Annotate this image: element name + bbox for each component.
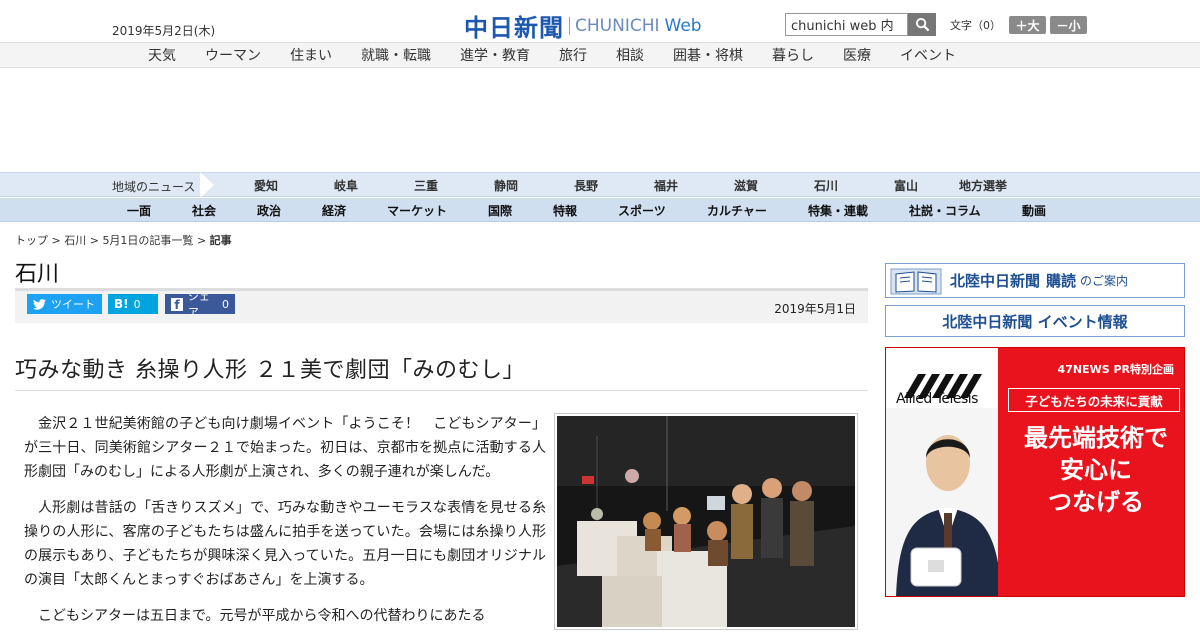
cat-economy[interactable]: 経済 (322, 204, 346, 218)
genre-jobs[interactable]: 就職・転職 (361, 48, 431, 64)
article-paragraph: こどもシアターは五日まで。元号が平成から令和への代替わりにあたる (38, 608, 486, 624)
subscribe-suffix: のご案内 (1080, 274, 1129, 288)
hatena-bookmark-button[interactable]: B! 0 (108, 294, 158, 314)
logo-web: Web (664, 15, 702, 36)
facebook-count: 0 (222, 297, 229, 311)
search-icon (915, 17, 929, 32)
genre-medical[interactable]: 医療 (843, 48, 871, 64)
cat-editorial[interactable]: 社説・コラム (909, 204, 981, 218)
cat-video[interactable]: 動画 (1022, 204, 1046, 218)
font-larger-button[interactable]: ＋大 (1009, 16, 1046, 34)
region-aichi[interactable]: 愛知 (254, 179, 278, 193)
ad-headline: 最先端技術で 安心に つなげる (1008, 422, 1184, 518)
genre-woman[interactable]: ウーマン (205, 48, 261, 64)
ad-subtitle: 子どもたちの未来に貢献 (1008, 388, 1180, 412)
genre-nav: 天気 ウーマン 住まい 就職・転職 進学・教育 旅行 相談 囲碁・将棋 暮らし … (0, 42, 1200, 68)
facebook-icon: f (171, 297, 183, 311)
logo-english: CHUNICHI (575, 15, 660, 36)
ad-top-label: 47NEWS PR特別企画 (1057, 363, 1174, 376)
font-smaller-button[interactable]: －小 (1050, 16, 1087, 34)
site-header: 2019年5月2日(木) 中日新聞 CHUNICHI Web 文字（0） ＋大 … (0, 0, 1200, 42)
article-headline: 巧みな動き 糸操り人形 ２１美で劇団「みのむし」 (15, 358, 525, 383)
article-paragraph: 人形劇は昔話の「舌きりスズメ」で、巧みな動きやユーモラスな表情を見せる糸操りの人… (24, 500, 546, 588)
cat-politics[interactable]: 政治 (257, 204, 281, 218)
breadcrumb-separator: > (196, 234, 207, 247)
search-button[interactable] (908, 13, 936, 36)
genre-events[interactable]: イベント (900, 48, 956, 64)
breadcrumb-region[interactable]: 石川 (64, 234, 86, 247)
subscribe-banner[interactable]: 北陸中日新聞 購読 のご案内 (885, 263, 1185, 298)
region-nav: 地域のニュース 愛知 岐阜 三重 静岡 長野 福井 滋賀 石川 富山 地方選挙 (0, 172, 1200, 198)
puppet-theater-photo (557, 416, 855, 627)
region-nagano[interactable]: 長野 (574, 179, 598, 193)
region-toyama[interactable]: 富山 (894, 179, 918, 193)
breadcrumb: トップ > 石川 > 5月1日の記事一覧 > 記事 (15, 232, 232, 248)
subscribe-bold: 購読 (1046, 272, 1077, 290)
region-fukui[interactable]: 福井 (654, 179, 678, 193)
facebook-share-button[interactable]: f シェア 0 (165, 290, 235, 319)
logo-divider (569, 16, 570, 35)
ad-person-photo (886, 408, 1006, 596)
ad-red-panel: 47NEWS PR特別企画 子どもたちの未来に貢献 最先端技術で 安心に つなげ… (998, 348, 1184, 596)
photo-illustration (557, 416, 855, 627)
hatena-bookmark-icon: B! (114, 297, 129, 311)
subscribe-title: 北陸中日新聞 (950, 272, 1041, 290)
headline-divider (15, 390, 868, 391)
article-body: 金沢２１世紀美術館の子ども向け劇場イベント「ようこそ！ こどもシアター」が三十日… (24, 412, 546, 640)
cat-international[interactable]: 国際 (488, 204, 512, 218)
category-nav: 一面 社会 政治 経済 マーケット 国際 特報 スポーツ カルチャー 特集・連載… (0, 198, 1200, 222)
region-ishikawa[interactable]: 石川 (814, 179, 838, 193)
facebook-share-label: シェア (187, 290, 210, 319)
region-shiga[interactable]: 滋賀 (734, 179, 758, 193)
section-title: 石川 (15, 262, 60, 287)
region-mie[interactable]: 三重 (414, 179, 438, 193)
region-gifu[interactable]: 岐阜 (334, 179, 358, 193)
tweet-label: ツイート (51, 298, 95, 311)
current-date: 2019年5月2日(木) (112, 24, 216, 38)
cat-market[interactable]: マーケット (387, 204, 447, 218)
font-size-control: 文字（0） ＋大 －小 (948, 16, 1087, 34)
genre-go-shogi[interactable]: 囲碁・将棋 (673, 48, 743, 64)
cat-sports[interactable]: スポーツ (618, 204, 666, 218)
genre-housing[interactable]: 住まい (290, 48, 332, 64)
region-nav-label: 地域のニュース (112, 180, 196, 194)
region-local-elections[interactable]: 地方選挙 (959, 179, 1007, 193)
event-info-banner[interactable]: 北陸中日新聞 イベント情報 (885, 305, 1185, 337)
article-photo[interactable] (554, 413, 858, 630)
cat-special-report[interactable]: 特報 (553, 204, 577, 218)
cat-features[interactable]: 特集・連載 (808, 204, 868, 218)
genre-travel[interactable]: 旅行 (559, 48, 587, 64)
ad-headline-line: 安心に (1060, 456, 1132, 484)
ad-brand-name: Allied Telesis (896, 391, 978, 407)
genre-advice[interactable]: 相談 (616, 48, 644, 64)
region-shizuoka[interactable]: 静岡 (494, 179, 518, 193)
newspaper-book-icon (890, 268, 942, 294)
genre-living[interactable]: 暮らし (772, 48, 814, 64)
tweet-button[interactable]: ツイート (27, 294, 102, 314)
font-size-label: 文字（0） (950, 19, 1001, 32)
share-bar: ツイート B! 0 f シェア 0 2019年5月1日 (15, 290, 868, 323)
region-nav-arrow (200, 172, 214, 198)
genre-education[interactable]: 進学・教育 (460, 48, 530, 64)
breadcrumb-separator: > (51, 234, 61, 247)
cat-society[interactable]: 社会 (192, 204, 216, 218)
ad-headline-line: つなげる (1048, 488, 1144, 516)
logo-japanese: 中日新聞 (464, 13, 564, 42)
search-input[interactable] (785, 13, 908, 36)
advertisement[interactable]: Allied Telesis 47NEWS PR特別企画 子どもたちの未来に貢献… (885, 347, 1185, 597)
cat-front-page[interactable]: 一面 (127, 204, 151, 218)
breadcrumb-top[interactable]: トップ (15, 234, 48, 247)
published-date: 2019年5月1日 (774, 302, 856, 316)
ad-headline-line: 最先端技術で (1024, 424, 1168, 452)
breadcrumb-separator: > (89, 234, 99, 247)
hatena-count: 0 (133, 297, 141, 311)
cat-culture[interactable]: カルチャー (707, 204, 767, 218)
genre-weather[interactable]: 天気 (148, 48, 176, 64)
site-logo[interactable]: 中日新聞 CHUNICHI Web (464, 8, 702, 43)
breadcrumb-article-list[interactable]: 5月1日の記事一覧 (102, 234, 193, 247)
twitter-bird-icon (33, 298, 46, 310)
article-paragraph: 金沢２１世紀美術館の子ども向け劇場イベント「ようこそ！ こどもシアター」が三十日… (24, 416, 546, 480)
breadcrumb-current: 記事 (209, 234, 232, 247)
site-search (785, 13, 936, 36)
